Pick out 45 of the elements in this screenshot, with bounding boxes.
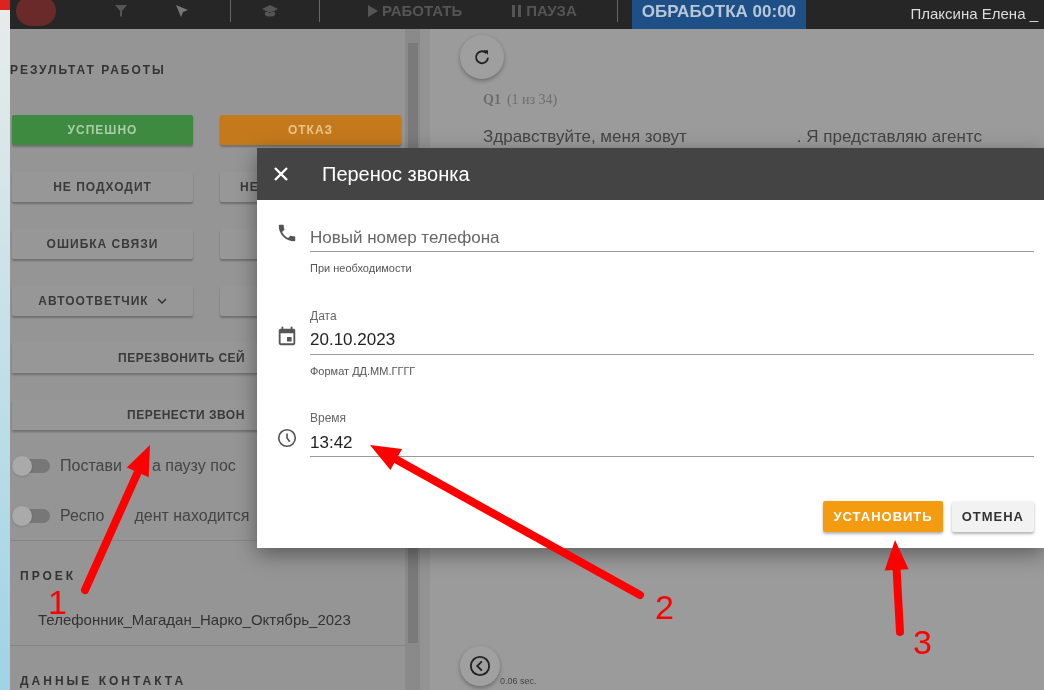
phone-icon xyxy=(276,222,298,244)
dialog-button[interactable]: ОТМЕНА xyxy=(951,501,1034,532)
dialog-title: Перенос звонка xyxy=(322,162,470,187)
back-icon xyxy=(469,655,491,677)
annotation-number: 2 xyxy=(655,590,674,624)
toggle-label: Респо xyxy=(60,505,105,526)
result-button[interactable]: АВТООТВЕТЧИК xyxy=(12,285,193,316)
calendar-icon xyxy=(276,324,298,347)
corner-mark xyxy=(0,0,10,10)
dialog-button[interactable]: УСТАНОВИТЬ xyxy=(823,501,943,532)
cursor-icon xyxy=(174,3,190,19)
toggle-switch[interactable] xyxy=(12,458,50,473)
section-title: РЕЗУЛЬТАТ РАБОТЫ xyxy=(10,61,167,79)
result-button[interactable]: НЕ ПОДХОДИТ xyxy=(12,171,193,202)
refresh-button[interactable] xyxy=(460,34,504,79)
play-icon xyxy=(368,5,378,17)
chevron-down-icon xyxy=(156,297,167,304)
graduation-cap-icon xyxy=(261,4,279,18)
toggle-label: дент находится xyxy=(134,505,250,526)
result-button[interactable]: ОШИБКА СВЯЗИ xyxy=(12,228,193,259)
clock-icon xyxy=(276,427,298,449)
refresh-icon xyxy=(473,47,491,66)
section-title: ДАННЫЕ КОНТАКТА xyxy=(20,673,188,690)
back-button[interactable] xyxy=(460,646,500,686)
field-hint: При необходимости xyxy=(310,261,413,276)
status-timer: ОБРАБОТКА 00:00 xyxy=(631,0,807,29)
funnel-icon xyxy=(114,4,128,18)
annotation-number: 3 xyxy=(913,625,932,659)
close-icon xyxy=(273,166,289,182)
result-button[interactable]: ОТКАЗ xyxy=(220,114,401,145)
toggle-label: Постави xyxy=(60,455,122,476)
timing-label: 0.06 sec. xyxy=(500,674,537,688)
input-field[interactable]: 20.10.2023 xyxy=(310,326,1034,355)
user-name: Плаксина Елена _ xyxy=(910,3,1038,24)
toggle-switch[interactable] xyxy=(12,508,50,523)
toggle-label: а паузу пос xyxy=(151,455,236,476)
question-text: Здравствуйте, меня зовут xyxy=(483,125,687,148)
question-text: . Я представляю агентс xyxy=(796,125,982,148)
pause-icon xyxy=(512,5,523,17)
field-label: Время xyxy=(310,410,348,427)
input-field[interactable]: Новый номер телефона xyxy=(310,224,1034,252)
result-button[interactable]: УСПЕШНО xyxy=(12,114,193,145)
logo-icon xyxy=(16,0,56,26)
section-title: ПРОЕК xyxy=(20,567,78,585)
field-label: Дата xyxy=(310,307,338,325)
